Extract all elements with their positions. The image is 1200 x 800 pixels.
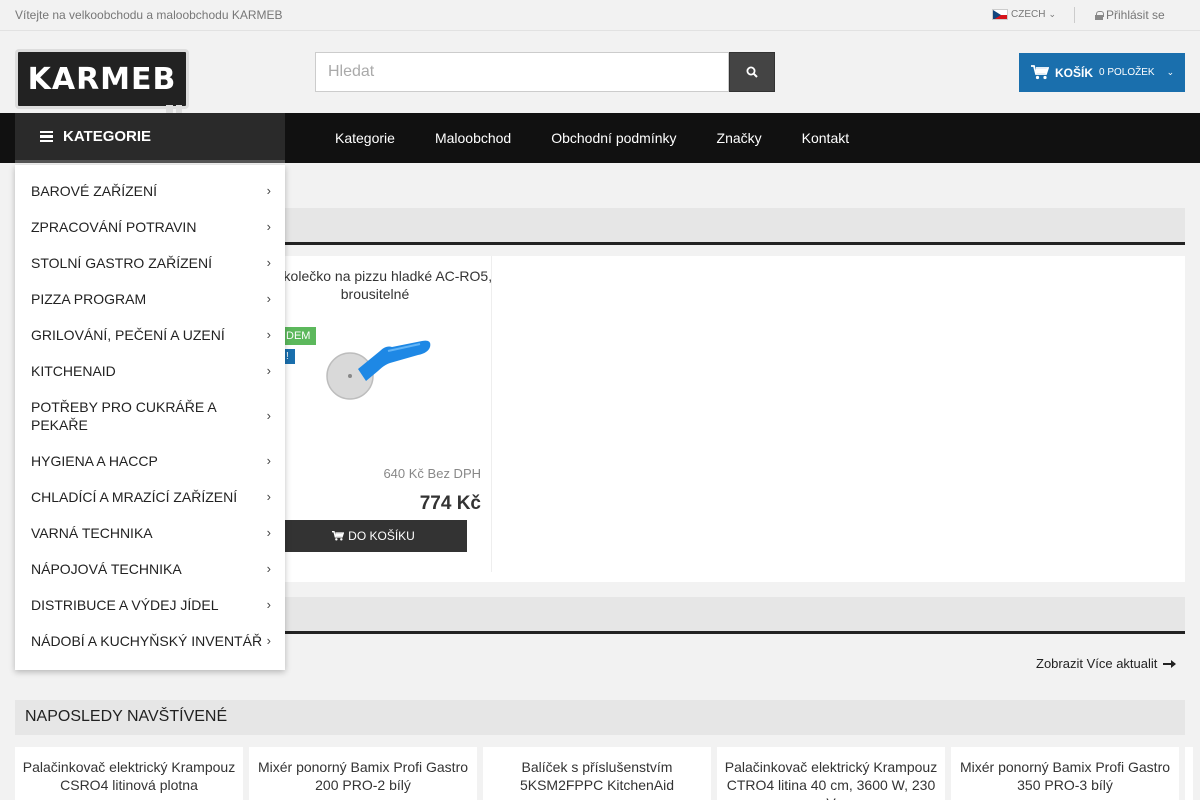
category-item[interactable]: KITCHENAID › bbox=[15, 353, 285, 389]
add-to-cart-button[interactable]: DO KOŠÍKU bbox=[280, 520, 467, 552]
nav-links: Kategorie Maloobchod Obchodní podmínky Z… bbox=[315, 113, 869, 163]
chevron-right-icon: › bbox=[266, 291, 271, 306]
welcome-text: Vítejte na velkoobchodu a maloobchodu KA… bbox=[15, 8, 283, 22]
nav-link-maloobchod[interactable]: Maloobchod bbox=[435, 130, 511, 146]
recently-viewed-header: NAPOSLEDY NAVŠTÍVENÉ bbox=[15, 700, 1185, 735]
nav-link-znacky[interactable]: Značky bbox=[717, 130, 762, 146]
category-item[interactable]: GRILOVÁNÍ, PEČENÍ A UZENÍ › bbox=[15, 317, 285, 353]
chevron-right-icon: › bbox=[266, 363, 271, 378]
arrow-right-icon bbox=[1163, 659, 1177, 668]
product-price: 774 Kč bbox=[419, 493, 481, 514]
category-label: PIZZA PROGRAM bbox=[31, 291, 147, 307]
chevron-down-icon: ⌄ bbox=[1048, 9, 1056, 19]
product-name[interactable]: jecí kolečko na pizzu hladké AC-RO5, bro… bbox=[255, 267, 495, 303]
categories-toggle-label: KATEGORIE bbox=[63, 128, 152, 145]
logo[interactable]: KARMEB bbox=[15, 49, 189, 123]
czech-flag-icon bbox=[992, 9, 1008, 20]
category-label: GRILOVÁNÍ, PEČENÍ A UZENÍ bbox=[31, 327, 225, 343]
more-news-label: Zobrazit Více aktualit bbox=[1036, 656, 1158, 671]
login-link[interactable]: Přihlásit se bbox=[1095, 8, 1165, 22]
category-label: POTŘEBY PRO CUKRÁŘE A PEKAŘE bbox=[31, 399, 216, 433]
category-label: BAROVÉ ZAŘÍZENÍ bbox=[31, 183, 158, 199]
chevron-right-icon: › bbox=[266, 597, 271, 612]
chevron-right-icon: › bbox=[266, 453, 271, 468]
recently-viewed-title: NAPOSLEDY NAVŠTÍVENÉ bbox=[25, 708, 228, 725]
menu-icon bbox=[40, 130, 53, 143]
chevron-right-icon: › bbox=[266, 489, 271, 504]
category-item[interactable]: HYGIENA A HACCP › bbox=[15, 443, 285, 479]
cart-icon bbox=[332, 531, 345, 541]
cart-icon bbox=[1031, 65, 1049, 80]
price-without-vat: 640 Kč Bez DPH bbox=[383, 466, 481, 481]
chevron-right-icon: › bbox=[266, 327, 271, 342]
category-label: NÁPOJOVÁ TECHNIKA bbox=[31, 561, 182, 577]
language-selector[interactable]: CZECH ⌄ bbox=[992, 9, 1056, 20]
header: KARMEB KOŠÍK 0 POLOŽEK ⌄ bbox=[0, 31, 1200, 123]
topbar-divider bbox=[1074, 7, 1075, 23]
chevron-right-icon: › bbox=[266, 183, 271, 198]
category-label: STOLNÍ GASTRO ZAŘÍZENÍ bbox=[31, 255, 212, 271]
category-label: ZPRACOVÁNÍ POTRAVIN bbox=[31, 219, 197, 235]
recent-item[interactable]: Mixér ponorný Bamix Profi Gastro 350 PRO… bbox=[951, 747, 1179, 800]
top-bar: Vítejte na velkoobchodu a maloobchodu KA… bbox=[0, 0, 1200, 31]
category-item[interactable]: DISTRIBUCE A VÝDEJ JÍDEL › bbox=[15, 587, 285, 623]
category-label: VARNÁ TECHNIKA bbox=[31, 525, 153, 541]
chevron-right-icon: › bbox=[266, 408, 271, 423]
category-label: HYGIENA A HACCP bbox=[31, 453, 158, 469]
logo-text: KARMEB bbox=[27, 61, 177, 97]
chevron-right-icon: › bbox=[266, 561, 271, 576]
new-badge: DEM bbox=[280, 327, 317, 345]
category-item[interactable]: NÁPOJOVÁ TECHNIKA › bbox=[15, 551, 285, 587]
category-label: CHLADÍCÍ A MRAZÍCÍ ZAŘÍZENÍ bbox=[31, 489, 238, 505]
chevron-right-icon: › bbox=[266, 255, 271, 270]
add-to-cart-label: DO KOŠÍKU bbox=[348, 529, 415, 543]
chevron-down-icon: ⌄ bbox=[1166, 67, 1175, 77]
category-item[interactable]: PIZZA PROGRAM › bbox=[15, 281, 285, 317]
cart-count: 0 POLOŽEK bbox=[1099, 67, 1155, 78]
category-label: DISTRIBUCE A VÝDEJ JÍDEL bbox=[31, 597, 219, 613]
category-item[interactable]: STOLNÍ GASTRO ZAŘÍZENÍ › bbox=[15, 245, 285, 281]
cart-label: KOŠÍK bbox=[1055, 65, 1094, 80]
chevron-right-icon: › bbox=[266, 219, 271, 234]
recently-viewed-list: Palačinkovač elektrický Krampouz CSRO4 l… bbox=[15, 747, 1200, 800]
search-input[interactable] bbox=[315, 52, 729, 92]
login-label: Přihlásit se bbox=[1106, 8, 1165, 22]
pizza-cutter-image[interactable] bbox=[320, 311, 445, 426]
cart-button[interactable]: KOŠÍK 0 POLOŽEK ⌄ bbox=[1019, 53, 1185, 92]
recent-item[interactable]: Mixér ponorný Bamix Profi Gastro 200 PRO… bbox=[249, 747, 477, 800]
category-item[interactable]: POTŘEBY PRO CUKRÁŘE A PEKAŘE › bbox=[15, 389, 285, 443]
category-label: KITCHENAID bbox=[31, 363, 116, 379]
category-item[interactable]: BAROVÉ ZAŘÍZENÍ › bbox=[15, 173, 285, 209]
recent-item[interactable]: Palačinkovač elektrický Krampouz CSRO4 l… bbox=[15, 747, 243, 800]
recent-item[interactable]: Balíček s příslušenstvím 5KSM2FPPC Kitch… bbox=[483, 747, 711, 800]
category-item[interactable]: VARNÁ TECHNIKA › bbox=[15, 515, 285, 551]
recent-item-partial[interactable] bbox=[1185, 747, 1193, 800]
category-item[interactable]: ZPRACOVÁNÍ POTRAVIN › bbox=[15, 209, 285, 245]
nav-link-obchodni-podminky[interactable]: Obchodní podmínky bbox=[551, 130, 676, 146]
main-nav: KATEGORIE Kategorie Maloobchod Obchodní … bbox=[0, 113, 1200, 163]
nav-link-kontakt[interactable]: Kontakt bbox=[802, 130, 849, 146]
language-label: CZECH bbox=[1011, 9, 1046, 20]
category-menu: BAROVÉ ZAŘÍZENÍ › ZPRACOVÁNÍ POTRAVIN › ST… bbox=[15, 165, 285, 670]
search-icon bbox=[746, 66, 758, 78]
nav-link-kategorie[interactable]: Kategorie bbox=[335, 130, 395, 146]
category-label: NÁDOBÍ A KUCHYŇSKÝ INVENTÁŘ bbox=[31, 633, 263, 649]
categories-toggle[interactable]: KATEGORIE bbox=[15, 113, 285, 163]
category-item[interactable]: NÁDOBÍ A KUCHYŇSKÝ INVENTÁŘ › bbox=[15, 623, 285, 659]
chevron-right-icon: › bbox=[266, 633, 271, 648]
recent-item[interactable]: Palačinkovač elektrický Krampouz CTRO4 l… bbox=[717, 747, 945, 800]
chevron-right-icon: › bbox=[266, 525, 271, 540]
category-item[interactable]: CHLADÍCÍ A MRAZÍCÍ ZAŘÍZENÍ › bbox=[15, 479, 285, 515]
more-news-link[interactable]: Zobrazit Více aktualit bbox=[1036, 656, 1177, 671]
search-button[interactable] bbox=[729, 52, 775, 92]
lock-icon bbox=[1095, 10, 1104, 20]
search-bar bbox=[315, 52, 775, 92]
